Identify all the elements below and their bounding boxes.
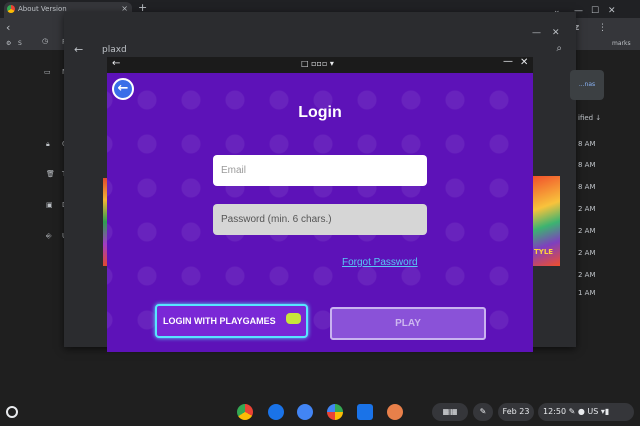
app-back-icon[interactable]: ← (112, 58, 120, 69)
close-window-icon[interactable]: ✕ (608, 6, 616, 16)
bookmarks-label[interactable]: marks (612, 40, 631, 47)
date-tray[interactable]: Feb 23 (498, 403, 534, 421)
usb-icon[interactable]: ⎆ (46, 232, 52, 241)
login-playgames-button[interactable]: LOGIN WITH PLAYGAMES (155, 304, 308, 338)
circle-back-icon[interactable]: ← (112, 78, 134, 100)
play-button[interactable]: PLAY (330, 307, 486, 340)
app-window-mode[interactable]: □ ▫▫▫ ▾ (301, 59, 334, 68)
forgot-password-link[interactable]: Forgot Password (342, 257, 418, 268)
locale-label: US (587, 407, 599, 416)
gamepad-icon (286, 313, 301, 324)
app-title-bar: ← □ ▫▫▫ ▾ — ✕ (107, 57, 533, 73)
store-close-icon[interactable]: ✕ (552, 28, 560, 38)
app-close-icon[interactable]: ✕ (520, 57, 528, 68)
time-label: 8 AM (578, 140, 596, 148)
time-label: 2 AM (578, 227, 596, 235)
laptop-icon[interactable]: ▭ (44, 68, 51, 76)
login-playgames-label: LOGIN WITH PLAYGAMES (163, 316, 276, 326)
email-field[interactable]: Email (213, 155, 427, 186)
store-minimize-icon[interactable]: — (532, 28, 541, 38)
trash-icon[interactable]: 🗑︎ (46, 170, 55, 178)
thumbnail-text: TYLE (534, 248, 554, 256)
play-store-icon[interactable] (327, 404, 343, 420)
login-screen: ← Login Email Password (min. 6 chars.) F… (107, 73, 533, 352)
time-label: 1 AM (578, 289, 596, 297)
password-field[interactable]: Password (min. 6 chars.) (213, 204, 427, 235)
game-app-icon[interactable] (387, 404, 403, 420)
store-back-icon[interactable]: ← (74, 43, 83, 56)
messages-app-icon[interactable] (268, 404, 284, 420)
manage-button[interactable]: ...nas (570, 70, 604, 100)
files-app-icon[interactable] (357, 404, 373, 420)
shelf: ▦▦ ✎ Feb 23 12:50 ✎ ● US ▾▮ (0, 398, 640, 426)
app-window: ← □ ▫▫▫ ▾ — ✕ ← Login Email Password (mi… (107, 57, 533, 352)
game-thumbnail-right[interactable]: TYLE (532, 176, 560, 266)
store-search-query[interactable]: plaxd (102, 45, 127, 55)
chrome-menu-icon[interactable]: ⋮ (598, 23, 607, 33)
bookmark-text: S (18, 40, 22, 47)
back-icon[interactable]: ‹ (6, 21, 10, 34)
wifi-battery-icon: ▾▮ (600, 407, 610, 416)
clock-app-icon[interactable] (297, 404, 313, 420)
chrome-favicon-icon (7, 5, 15, 13)
sort-label[interactable]: ified ↓ (578, 114, 601, 122)
login-title: Login (298, 104, 342, 121)
history-icon[interactable]: ◷ (42, 37, 48, 45)
tab-title: About Version (18, 5, 67, 13)
search-icon[interactable]: ⌕ (556, 43, 562, 54)
stylus-pen-icon[interactable]: ✎ (473, 403, 493, 421)
status-icons: ✎ ● (568, 407, 588, 416)
status-tray[interactable]: 12:50 ✎ ● US ▾▮ (538, 403, 634, 421)
launcher-icon[interactable] (6, 406, 18, 418)
chrome-app-icon[interactable] (237, 404, 253, 420)
time-label: 2 AM (578, 249, 596, 257)
settings-gear-icon[interactable]: ⚙ (6, 40, 11, 47)
time-label: 8 AM (578, 161, 596, 169)
lock-icon[interactable]: 🔒︎ (46, 140, 50, 149)
android-icon[interactable]: ▣ (46, 201, 53, 209)
time-label: 8 AM (578, 183, 596, 191)
holding-space-tray[interactable]: ▦▦ (432, 403, 468, 421)
app-minimize-icon[interactable]: — (503, 57, 513, 67)
time-label: 2 AM (578, 205, 596, 213)
time-label: 2 AM (578, 271, 596, 279)
clock-time: 12:50 (543, 407, 567, 416)
maximize-icon[interactable]: ☐ (591, 6, 599, 16)
